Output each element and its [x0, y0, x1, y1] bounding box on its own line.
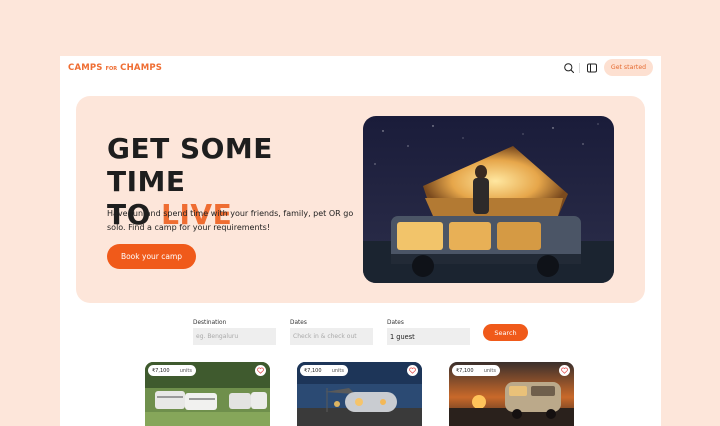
get-started-button[interactable]: Get started: [604, 59, 653, 76]
favorite-button[interactable]: [255, 365, 266, 376]
listing-units: units: [483, 367, 496, 374]
listing-price: ₹7,100: [304, 367, 322, 374]
hero-subtitle: Have fun and spend time with your friend…: [107, 209, 354, 232]
listing-units: units: [179, 367, 192, 374]
favorite-button[interactable]: [559, 365, 570, 376]
dates-input[interactable]: Check in & check out: [290, 328, 373, 345]
search-icon[interactable]: [563, 62, 575, 74]
listing-price: ₹7,100: [456, 367, 474, 374]
search-button[interactable]: Search: [483, 324, 528, 341]
hero-section: GET SOME TIME TO LIVE Have fun and spend…: [76, 96, 645, 303]
listing-card[interactable]: ₹7,100 units: [145, 362, 270, 426]
landing-page: CAMPS FOR CHAMPS Get started GET SOME TI…: [60, 56, 661, 426]
listing-price: ₹7,100: [152, 367, 170, 374]
destination-input[interactable]: eg. Bengaluru: [193, 328, 276, 345]
heart-icon: [257, 367, 264, 374]
logo-word-camps: CAMPS: [68, 63, 103, 73]
book-camp-button[interactable]: Book your camp: [107, 244, 196, 269]
brand-logo[interactable]: CAMPS FOR CHAMPS: [68, 63, 162, 75]
destination-label: Destination: [193, 320, 227, 326]
price-badge: ₹7,100 units: [300, 365, 348, 376]
listing-card[interactable]: ₹7,100 units: [449, 362, 574, 426]
guests-input[interactable]: 1 guest: [387, 328, 470, 345]
book-icon[interactable]: [586, 62, 598, 74]
price-badge: ₹7,100 units: [452, 365, 500, 376]
favorite-button[interactable]: [407, 365, 418, 376]
hero-image: [363, 116, 614, 283]
logo-word-for: FOR: [105, 66, 118, 72]
header-divider: [579, 63, 580, 73]
hero-title-line1: GET SOME TIME: [107, 132, 273, 198]
heart-icon: [409, 367, 416, 374]
dates-label: Dates: [290, 320, 307, 326]
listing-units: units: [331, 367, 344, 374]
price-badge: ₹7,100 units: [148, 365, 196, 376]
heart-icon: [561, 367, 568, 374]
listing-card[interactable]: ₹7,100 units: [297, 362, 422, 426]
guests-label: Dates: [387, 320, 404, 326]
logo-word-champs: CHAMPS: [120, 63, 163, 73]
